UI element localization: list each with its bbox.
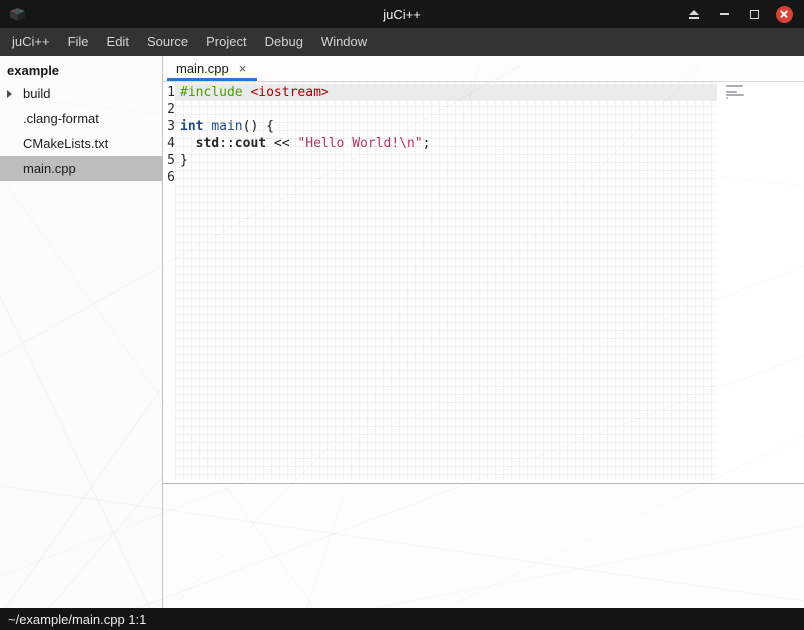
code-line-6[interactable]: 6 <box>163 169 430 186</box>
line-number: 5 <box>163 152 175 169</box>
code-text: std::cout << "Hello World!\n"; <box>175 135 430 152</box>
code-pane: 1#include <iostream>23int main() {4 std:… <box>163 84 430 186</box>
menu-item-file[interactable]: File <box>59 28 98 56</box>
menu-item-juci[interactable]: juCi++ <box>3 28 59 56</box>
line-number: 4 <box>163 135 175 152</box>
shade-button[interactable] <box>685 5 703 23</box>
minimap-line-mark <box>726 91 737 93</box>
tree-item-clang-format[interactable]: .clang-format <box>0 106 162 131</box>
line-number: 3 <box>163 118 175 135</box>
expander-icon[interactable] <box>7 90 23 98</box>
window-title: juCi++ <box>0 7 804 22</box>
tree-item-label: .clang-format <box>23 111 99 126</box>
code-text <box>175 101 180 118</box>
line-number: 6 <box>163 169 175 186</box>
minimap-line-mark <box>726 97 728 99</box>
tab-close-icon[interactable]: × <box>239 62 247 75</box>
line-number: 2 <box>163 101 175 118</box>
maximize-button[interactable] <box>745 5 763 23</box>
menu-item-debug[interactable]: Debug <box>256 28 312 56</box>
file-tree: build .clang-format CMakeLists.txt main.cpp <box>0 81 162 181</box>
minimap-line-mark <box>726 85 743 87</box>
tree-item-label: main.cpp <box>23 161 76 176</box>
code-line-4[interactable]: 4 std::cout << "Hello World!\n"; <box>163 135 430 152</box>
menu-item-project[interactable]: Project <box>197 28 255 56</box>
source-editor[interactable]: 1#include <iostream>23int main() {4 std:… <box>163 82 804 483</box>
menu-item-window[interactable]: Window <box>312 28 376 56</box>
code-line-2[interactable]: 2 <box>163 101 430 118</box>
code-text <box>175 169 180 186</box>
triangle-right-icon <box>7 90 12 98</box>
code-line-1[interactable]: 1#include <iostream> <box>163 84 430 101</box>
window-controls <box>685 5 804 23</box>
tab-main-cpp[interactable]: main.cpp × <box>167 56 257 81</box>
tree-item-main-cpp[interactable]: main.cpp <box>0 156 162 181</box>
tree-item-build[interactable]: build <box>0 81 162 106</box>
code-text: int main() { <box>175 118 274 135</box>
menu-item-edit[interactable]: Edit <box>98 28 138 56</box>
editor-pane: main.cpp × 1#include <iostream>23int main… <box>163 56 804 608</box>
code-line-5[interactable]: 5} <box>163 152 430 169</box>
menubar: juCi++FileEditSourceProjectDebugWindow <box>0 28 804 56</box>
tree-item-label: build <box>23 86 50 101</box>
tabbar: main.cpp × <box>163 56 804 82</box>
maximize-icon <box>750 10 759 19</box>
minimap-line-mark <box>726 94 744 96</box>
close-button[interactable] <box>775 5 793 23</box>
tab-label: main.cpp <box>176 61 229 76</box>
code-text: } <box>175 152 188 169</box>
app-icon <box>9 7 26 22</box>
code-text: #include <iostream> <box>175 84 329 101</box>
minimize-icon <box>720 13 729 15</box>
statusbar: ~/example/main.cpp 1:1 <box>0 608 804 630</box>
menu-item-source[interactable]: Source <box>138 28 197 56</box>
project-root-label: example <box>0 56 162 81</box>
terminal-output-panel[interactable] <box>163 484 804 608</box>
minimize-button[interactable] <box>715 5 733 23</box>
statusbar-path-position: ~/example/main.cpp 1:1 <box>8 612 146 627</box>
close-icon <box>776 6 793 23</box>
jucipp-window: juCi++ juCi++FileEditSourceProjectDebugW… <box>0 0 804 630</box>
titlebar[interactable]: juCi++ <box>0 0 804 28</box>
line-number: 1 <box>163 84 175 101</box>
file-browser-sidebar: example build .clang-format CMakeLists.txt… <box>0 56 163 608</box>
code-line-3[interactable]: 3int main() { <box>163 118 430 135</box>
content-area: example build .clang-format CMakeLists.txt… <box>0 56 804 608</box>
tree-item-label: CMakeLists.txt <box>23 136 108 151</box>
tree-item-cmakelists-txt[interactable]: CMakeLists.txt <box>0 131 162 156</box>
minimap[interactable] <box>726 85 746 109</box>
eject-icon <box>689 10 699 19</box>
